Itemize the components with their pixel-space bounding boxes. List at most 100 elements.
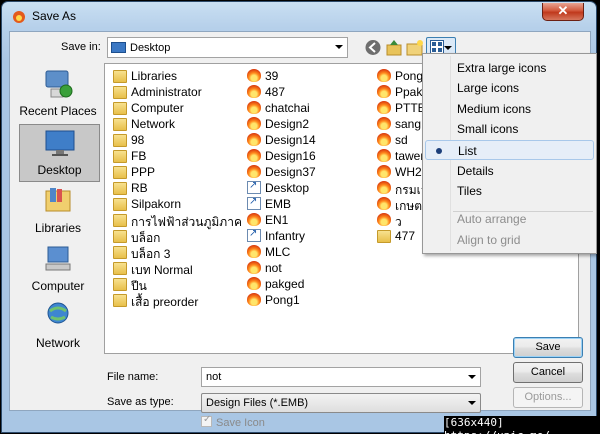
desktop-small-icon: [111, 42, 126, 53]
file-item[interactable]: ปีน: [113, 276, 238, 293]
file-item[interactable]: บล็อก: [113, 228, 238, 245]
file-item[interactable]: Desktop: [247, 180, 372, 196]
window-title: Save As: [32, 9, 77, 23]
desktop-icon: [45, 130, 74, 156]
file-item[interactable]: 487: [247, 84, 372, 100]
file-item[interactable]: PPP: [113, 164, 238, 180]
computer-icon: [45, 246, 71, 271]
chevron-down-icon[interactable]: [468, 375, 476, 379]
menu-item-label: Small icons: [457, 122, 519, 136]
file-item[interactable]: EN1: [247, 212, 372, 228]
title-bar[interactable]: Save As ✕: [2, 2, 596, 30]
file-item[interactable]: RB: [113, 180, 238, 196]
file-item[interactable]: Design37: [247, 164, 372, 180]
shortcut-icon: [247, 196, 261, 210]
file-item-name: 477: [395, 229, 416, 243]
menu-item-details[interactable]: Details: [425, 161, 594, 181]
file-item-name: Design16: [265, 149, 316, 163]
back-icon[interactable]: [363, 38, 383, 57]
save-in-label: Save in:: [61, 41, 101, 53]
save-button[interactable]: Save: [513, 337, 583, 358]
place-label: Libraries: [34, 221, 82, 235]
file-item[interactable]: Libraries: [113, 68, 238, 84]
file-name-input[interactable]: not: [201, 367, 481, 387]
file-item[interactable]: EMB: [247, 196, 372, 212]
save-icon-checkbox[interactable]: Save Icon: [201, 414, 265, 429]
file-item-name: MLC: [265, 245, 291, 259]
file-item[interactable]: 98: [113, 132, 238, 148]
file-item-name: sang: [395, 117, 422, 131]
radio-bullet-icon: [436, 148, 442, 154]
save-in-value: Desktop: [130, 42, 171, 54]
file-item[interactable]: บล็อก 3: [113, 244, 238, 261]
save-as-type-value: Design Files (*.EMB): [206, 397, 309, 409]
file-item-name: WH2: [395, 165, 422, 179]
file-item[interactable]: การไฟฟ้าส่วนภูมิภาค: [113, 212, 242, 229]
cancel-button[interactable]: Cancel: [513, 362, 583, 383]
file-item[interactable]: เสื้อ preorder: [113, 292, 238, 309]
save-as-type-combo[interactable]: Design Files (*.EMB): [201, 393, 481, 413]
place-libraries[interactable]: Libraries: [14, 183, 102, 239]
emb-file-icon: [247, 165, 261, 178]
chevron-down-icon[interactable]: [468, 401, 476, 405]
file-item[interactable]: Computer: [113, 100, 238, 116]
file-item[interactable]: Design16: [247, 148, 372, 164]
menu-item-tiles[interactable]: Tiles: [425, 181, 594, 201]
place-label: Desktop: [37, 163, 82, 177]
file-name-label: File name:: [107, 371, 159, 383]
shortcut-icon: [247, 228, 261, 242]
save-in-combo[interactable]: Desktop: [107, 37, 348, 58]
menu-item-label: List: [458, 144, 477, 158]
chevron-down-icon[interactable]: [335, 45, 343, 49]
folder-icon: [113, 150, 127, 163]
folder-icon: [113, 278, 127, 291]
emb-file-icon: [247, 149, 261, 162]
up-folder-icon[interactable]: [384, 38, 404, 57]
place-network[interactable]: Network: [14, 298, 102, 354]
file-item-name: EN1: [265, 213, 289, 227]
file-item[interactable]: 39: [247, 68, 372, 84]
file-item[interactable]: pakged: [247, 276, 372, 292]
file-item[interactable]: Silpakorn: [113, 196, 238, 212]
shortcut-icon: [247, 180, 261, 194]
file-item[interactable]: Infantry: [247, 228, 372, 244]
menu-item-label: Large icons: [457, 81, 520, 95]
file-item[interactable]: เบท Normal: [113, 260, 238, 277]
recent-places-icon: [45, 70, 73, 98]
file-item[interactable]: Design2: [247, 116, 372, 132]
close-button[interactable]: ✕: [542, 3, 584, 21]
file-item-name: Desktop: [265, 181, 310, 195]
save-as-type-label: Save as type:: [107, 396, 174, 408]
emb-file-icon: [377, 149, 391, 162]
watermark: [636x440] https://upic.me/: [444, 416, 600, 434]
menu-item-small-icons[interactable]: Small icons: [425, 119, 594, 139]
file-item[interactable]: not: [247, 260, 372, 276]
menu-item-extra-large-icons[interactable]: Extra large icons: [425, 58, 594, 78]
file-item-name: sd: [395, 133, 408, 147]
file-item[interactable]: Pong1: [247, 292, 372, 308]
menu-item-medium-icons[interactable]: Medium icons: [425, 99, 594, 119]
file-item[interactable]: MLC: [247, 244, 372, 260]
file-item[interactable]: Design14: [247, 132, 372, 148]
place-desktop[interactable]: Desktop: [19, 124, 100, 182]
file-item-name: Computer: [131, 101, 184, 115]
file-item[interactable]: Administrator: [113, 84, 238, 100]
file-item[interactable]: FB: [113, 148, 238, 164]
network-icon: [113, 118, 127, 131]
file-item[interactable]: Network: [113, 116, 238, 132]
menu-item-list[interactable]: List: [425, 140, 594, 160]
menu-item-large-icons[interactable]: Large icons: [425, 78, 594, 98]
file-item-name: Pong1: [265, 293, 300, 307]
emb-file-icon: [247, 69, 261, 82]
emb-file-icon: [247, 117, 261, 130]
folder-icon: [113, 214, 127, 227]
emb-file-icon: [377, 165, 391, 178]
place-computer[interactable]: Computer: [14, 241, 102, 297]
emb-file-icon: [247, 133, 261, 146]
save-as-window: Save As ✕ Save in: Desktop Recent Places…: [0, 0, 600, 434]
place-recent-places[interactable]: Recent Places: [14, 66, 102, 122]
options-button[interactable]: Options...: [513, 387, 583, 408]
file-item-name: not: [265, 261, 282, 275]
app-icon: [13, 11, 25, 23]
file-item[interactable]: chatchai: [247, 100, 372, 116]
